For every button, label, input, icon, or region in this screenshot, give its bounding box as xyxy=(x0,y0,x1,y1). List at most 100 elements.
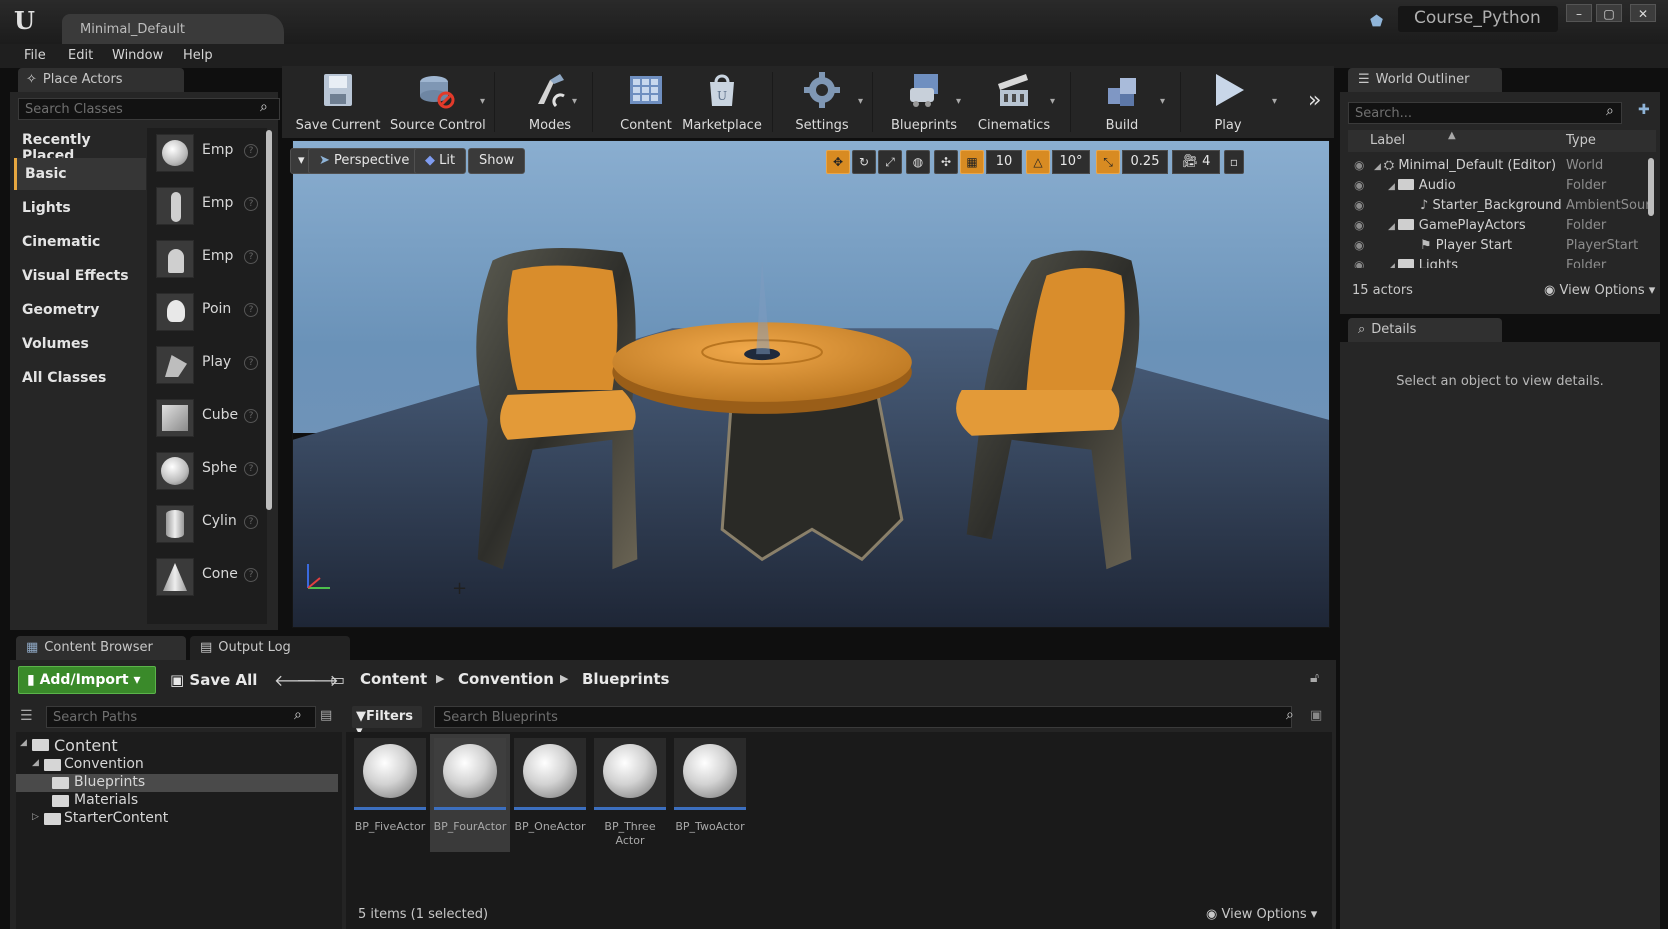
maximize-button[interactable]: ▢ xyxy=(1596,4,1622,22)
save-all-button[interactable]: ▣ Save All xyxy=(166,666,261,694)
level-viewport[interactable] xyxy=(292,140,1330,628)
menu-edit[interactable]: Edit xyxy=(68,48,93,63)
lit-button[interactable]: ◆ Lit xyxy=(414,148,467,174)
save-current-button[interactable]: Save Current xyxy=(292,70,384,134)
tab-output-log[interactable]: ▤ Output Log xyxy=(190,636,350,660)
visibility-eye-icon[interactable]: ◉ xyxy=(1354,238,1364,252)
place-actors-scrollbar[interactable] xyxy=(266,130,272,510)
help-icon[interactable]: ? xyxy=(244,409,258,423)
modes-dropdown-icon[interactable]: ▾ xyxy=(572,96,577,107)
breadcrumb-blueprints[interactable]: Blueprints xyxy=(582,670,669,688)
camera-speed-button[interactable]: 🎥︎ 4 xyxy=(1172,150,1220,174)
perspective-button[interactable]: ➤ Perspective xyxy=(308,148,421,174)
tree-item-starter-content[interactable]: ▷ StarterContent xyxy=(16,810,338,828)
grid-snap-icon[interactable]: ▦ xyxy=(960,150,984,174)
marketplace-button[interactable]: U Marketplace xyxy=(676,70,768,134)
visibility-eye-icon[interactable]: ◉ xyxy=(1354,198,1364,212)
outliner-scrollbar[interactable] xyxy=(1648,158,1654,216)
surface-snap-icon[interactable]: ✣ xyxy=(934,150,958,174)
rotate-tool-icon[interactable]: ↻ xyxy=(852,150,876,174)
visibility-eye-icon[interactable]: ◉ xyxy=(1354,218,1364,232)
help-icon[interactable]: ? xyxy=(244,568,258,582)
help-icon[interactable]: ? xyxy=(244,303,258,317)
add-import-button[interactable]: ▮ Add/Import ▾ xyxy=(18,666,156,694)
help-icon[interactable]: ? xyxy=(244,462,258,476)
tab-world-outliner[interactable]: ☰ World Outliner xyxy=(1348,68,1502,92)
actor-item-sphere[interactable]: Sphe ? xyxy=(150,446,258,498)
expand-arrow-icon[interactable]: ▷ xyxy=(32,812,39,822)
outliner-row[interactable]: ◉ ◢ ⛭ Minimal_Default (Editor) World xyxy=(1348,156,1648,176)
lock-icon[interactable]: 🔓︎ xyxy=(1310,670,1319,686)
collapse-arrow-icon[interactable]: ◢ xyxy=(32,758,39,768)
scale-snap-icon[interactable]: ⤡ xyxy=(1096,150,1120,174)
source-control-dropdown-icon[interactable]: ▾ xyxy=(480,96,485,107)
settings-button[interactable]: Settings xyxy=(776,70,868,134)
outliner-row[interactable]: ◉ ◢ Lights Folder xyxy=(1348,256,1648,268)
search-icon[interactable]: ⌕ xyxy=(1606,103,1614,119)
asset-tile[interactable]: BP_OneActor xyxy=(510,734,590,852)
class-search-input[interactable]: Search Classes xyxy=(18,98,280,120)
outliner-row[interactable]: ◉ ◢ Audio Folder xyxy=(1348,176,1648,196)
help-icon[interactable]: ? xyxy=(244,144,258,158)
toolbar-overflow-icon[interactable]: » xyxy=(1308,88,1321,113)
actor-item-point-light[interactable]: Poin ? xyxy=(150,287,258,339)
category-all-classes[interactable]: All Classes xyxy=(14,362,146,394)
collapse-arrow-icon[interactable]: ◢ xyxy=(20,738,27,748)
rotation-snap-value[interactable]: 10° xyxy=(1052,150,1090,174)
play-button[interactable]: Play xyxy=(1182,70,1274,134)
actor-item-cylinder[interactable]: Cylin ? xyxy=(150,499,258,551)
source-control-button[interactable]: Source Control xyxy=(390,70,486,134)
modes-button[interactable]: Modes xyxy=(504,70,596,134)
asset-tile[interactable]: BP_Three Actor xyxy=(590,734,670,852)
breadcrumb-content[interactable]: Content xyxy=(360,670,427,688)
sources-panel-icon[interactable]: ☰ xyxy=(20,708,33,724)
build-dropdown-icon[interactable]: ▾ xyxy=(1160,96,1165,107)
breadcrumb-separator-icon[interactable]: ▶ xyxy=(436,672,444,685)
view-options-button[interactable]: ◉ View Options ▾ xyxy=(1206,907,1317,922)
column-label[interactable]: Label xyxy=(1370,133,1405,148)
category-cinematic[interactable]: Cinematic xyxy=(14,226,146,258)
build-button[interactable]: Build xyxy=(1076,70,1168,134)
scale-tool-icon[interactable]: ⤢ xyxy=(878,150,902,174)
cinematics-dropdown-icon[interactable]: ▾ xyxy=(1050,96,1055,107)
actor-item-empty-actor[interactable]: Emp ? xyxy=(150,128,258,180)
maximize-viewport-icon[interactable]: ▫ xyxy=(1224,150,1244,174)
help-icon[interactable]: ? xyxy=(244,356,258,370)
search-icon[interactable]: ⌕ xyxy=(260,99,268,115)
tree-item-convention[interactable]: ◢ Convention xyxy=(16,756,338,774)
scale-snap-value[interactable]: 0.25 xyxy=(1122,150,1168,174)
tree-item-content[interactable]: ◢ Content xyxy=(16,736,338,756)
close-button[interactable]: ✕ xyxy=(1630,4,1656,22)
blueprints-dropdown-icon[interactable]: ▾ xyxy=(956,96,961,107)
tree-item-blueprints[interactable]: Blueprints xyxy=(16,774,338,792)
visibility-eye-icon[interactable]: ◉ xyxy=(1354,258,1364,268)
play-dropdown-icon[interactable]: ▾ xyxy=(1272,96,1277,107)
search-icon[interactable]: ⌕ xyxy=(294,707,302,723)
add-folder-icon[interactable]: ✚ xyxy=(1638,102,1650,118)
expand-arrow-icon[interactable]: ◢ xyxy=(1388,262,1398,268)
blueprint-search-input[interactable]: Search Blueprints xyxy=(434,706,1292,728)
save-search-icon[interactable]: ▣ xyxy=(1310,708,1322,723)
category-basic[interactable]: Basic xyxy=(14,158,146,190)
minimize-button[interactable]: – xyxy=(1566,4,1592,22)
tab-place-actors[interactable]: ✧ Place Actors xyxy=(18,68,184,92)
expand-arrow-icon[interactable]: ◢ xyxy=(1374,162,1384,172)
paths-search-input[interactable]: Search Paths xyxy=(46,706,316,728)
rotation-snap-icon[interactable]: △ xyxy=(1026,150,1050,174)
category-volumes[interactable]: Volumes xyxy=(14,328,146,360)
outliner-search-input[interactable]: Search... xyxy=(1348,102,1622,124)
search-icon[interactable]: ⌕ xyxy=(1286,707,1294,723)
path-options-icon[interactable]: ▤ xyxy=(320,708,332,723)
menu-window[interactable]: Window xyxy=(112,48,163,63)
visibility-eye-icon[interactable]: ◉ xyxy=(1354,158,1364,172)
asset-tile[interactable]: BP_TwoActor xyxy=(670,734,750,852)
asset-tile[interactable]: BP_FiveActor xyxy=(350,734,430,852)
grid-snap-value[interactable]: 10 xyxy=(986,150,1022,174)
cinematics-button[interactable]: Cinematics xyxy=(968,70,1060,134)
world-space-icon[interactable]: ◍ xyxy=(906,150,930,174)
tab-content-browser[interactable]: ▦ Content Browser xyxy=(16,636,186,660)
asset-tile[interactable]: BP_FourActor xyxy=(430,734,510,852)
breadcrumb-convention[interactable]: Convention xyxy=(458,670,554,688)
help-icon[interactable]: ? xyxy=(244,250,258,264)
settings-dropdown-icon[interactable]: ▾ xyxy=(858,96,863,107)
